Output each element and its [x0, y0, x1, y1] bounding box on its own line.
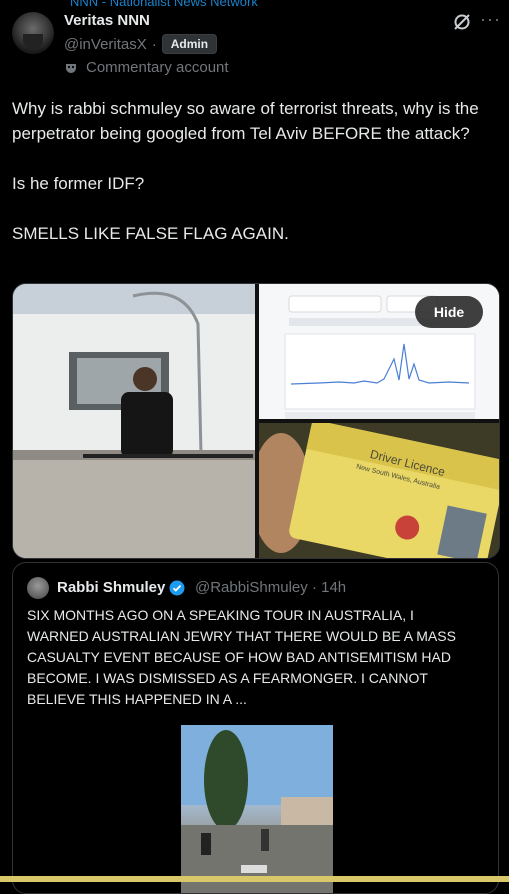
quoted-meta: @RabbiShmuley · 14h	[195, 579, 346, 596]
quoted-avatar[interactable]	[27, 577, 49, 599]
media-drivers-licence-photo[interactable]: Driver Licence New South Wales, Australi…	[259, 423, 499, 558]
quoted-author-name[interactable]: Rabbi Shmuley	[57, 579, 165, 596]
quoted-text: SIX MONTHS AGO ON A SPEAKING TOUR IN AUS…	[27, 607, 456, 707]
beach-scene	[181, 725, 333, 893]
commentary-account-label: Commentary account	[64, 59, 229, 76]
avatar[interactable]	[12, 12, 54, 54]
quoted-separator: ·	[311, 579, 317, 596]
media-grid: Hide Driver Licence New South Wales, Aus…	[12, 283, 500, 559]
quoted-media-photo[interactable]	[181, 725, 333, 893]
rooftop-scene	[13, 284, 255, 558]
post-paragraph-2: Is he former IDF?	[12, 174, 145, 193]
handle-row: @inVeritasX · Admin	[64, 34, 218, 54]
post-text: Why is rabbi schmuley so aware of terror…	[12, 96, 497, 271]
post-paragraph-3: SMELLS LIKE FALSE FLAG AGAIN.	[12, 224, 289, 243]
grok-icon[interactable]	[452, 12, 472, 32]
quoted-handle[interactable]: @RabbiShmuley	[195, 579, 308, 596]
mask-icon	[66, 63, 76, 73]
quoted-time[interactable]: 14h	[321, 579, 346, 596]
bottom-strip	[0, 876, 509, 882]
media-photo-rooftop[interactable]	[13, 284, 255, 558]
author-handle[interactable]: @inVeritasX	[64, 36, 147, 53]
hide-button[interactable]: Hide	[415, 296, 483, 328]
author-name[interactable]: Veritas NNN	[64, 12, 150, 29]
quoted-author-row: Rabbi Shmuley	[57, 579, 185, 596]
licence-scene: Driver Licence New South Wales, Australi…	[259, 423, 499, 558]
top-cut-text: NNN - Nationalist News Network	[70, 0, 258, 9]
media-google-trends-screenshot[interactable]: Hide	[259, 284, 499, 419]
verified-badge-icon	[169, 580, 185, 595]
separator: ·	[151, 35, 157, 53]
more-icon[interactable]: ···	[480, 9, 501, 30]
quoted-post[interactable]: Rabbi Shmuley @RabbiShmuley · 14h SIX MO…	[12, 562, 499, 894]
admin-badge: Admin	[161, 34, 218, 54]
post-paragraph-1: Why is rabbi schmuley so aware of terror…	[12, 99, 479, 143]
commentary-text: Commentary account	[86, 59, 229, 76]
